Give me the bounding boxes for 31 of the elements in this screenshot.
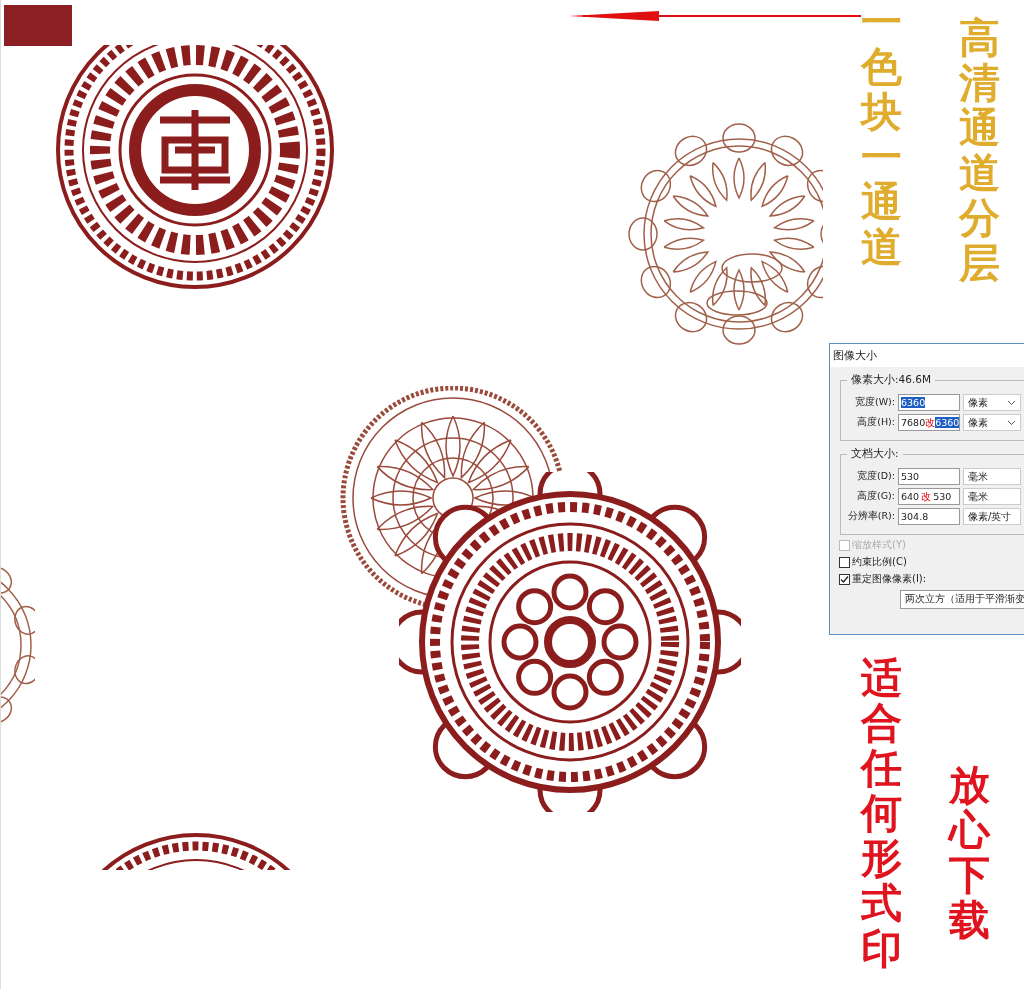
checkbox-label: 约束比例(C) — [852, 555, 907, 569]
input-field[interactable]: 6360 — [898, 394, 960, 411]
field-label: 宽度(D): — [856, 470, 895, 483]
vertical-caption: 一色块一通道 — [861, 0, 902, 271]
input-field[interactable]: 304.8 — [898, 508, 960, 525]
group-label: 像素大小:46.6M — [850, 373, 932, 387]
resample-dropdown[interactable]: 两次立方（适用于平滑渐变 — [900, 590, 1024, 609]
vertical-caption: 适合任何形式印 — [861, 656, 902, 972]
field-label: 分辨率(R): — [847, 510, 895, 523]
field-label: 高度(G): — [856, 490, 895, 503]
checkbox[interactable] — [839, 556, 850, 568]
unit-dropdown[interactable]: 像素 — [963, 394, 1021, 411]
dialog-title: 图像大小 — [830, 344, 1024, 367]
field-label: 高度(H): — [856, 416, 895, 429]
vertical-caption: 放心下载 — [949, 763, 990, 944]
checkbox[interactable] — [839, 573, 850, 585]
field-label: 宽度(W): — [854, 396, 895, 409]
unit-dropdown[interactable]: 毫米 — [963, 488, 1021, 505]
unit-dropdown[interactable]: 毫米 — [963, 468, 1021, 485]
input-field[interactable]: 7680改6360 — [898, 414, 960, 431]
checkbox-label: 重定图像像素(I): — [852, 572, 927, 586]
checkbox-label: 缩放样式(Y) — [852, 538, 906, 552]
input-field[interactable]: 530 — [898, 468, 960, 485]
vertical-caption: 高清通道分层 — [959, 16, 1000, 287]
unit-dropdown[interactable]: 像素 — [963, 414, 1021, 431]
chevron-icon — [1007, 419, 1016, 426]
unit-dropdown[interactable]: 像素/英寸 — [963, 508, 1021, 525]
group-label: 文档大小: — [850, 447, 900, 461]
input-field[interactable]: 640 改 530 — [898, 488, 960, 505]
color-swatch — [4, 5, 72, 46]
chevron-icon — [1007, 399, 1016, 406]
